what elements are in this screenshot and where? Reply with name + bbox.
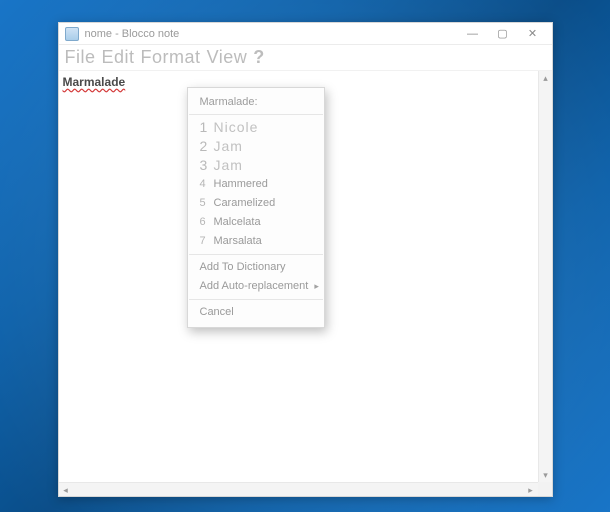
menubar: File Edit Format View ? [59, 45, 552, 71]
titlebar[interactable]: nome - Blocco note — ▢ ✕ [59, 23, 552, 45]
menu-view[interactable]: View [207, 47, 248, 68]
add-to-dictionary-item[interactable]: Add To Dictionary [188, 258, 324, 277]
horizontal-scrollbar[interactable]: ◂ ▸ [59, 482, 538, 496]
scroll-left-button[interactable]: ◂ [59, 483, 73, 496]
cancel-item[interactable]: Cancel [188, 303, 324, 322]
suggestion-item[interactable]: 4 Hammered [188, 175, 324, 194]
suggestion-number: 6 [200, 215, 208, 230]
suggestion-number: 5 [200, 196, 208, 211]
menu-file[interactable]: File [65, 47, 96, 68]
suggestion-item[interactable]: 5 Caramelized [188, 194, 324, 213]
suggestion-item[interactable]: 1 Nicole [188, 118, 324, 137]
add-auto-replacement-item[interactable]: Add Auto-replacement ▸ [188, 277, 324, 296]
context-menu-header: Marmalade: [188, 93, 324, 111]
menu-item-label: Add To Dictionary [200, 260, 286, 275]
menu-separator [189, 114, 323, 115]
suggestion-number: 2 [200, 139, 208, 154]
suggestion-label: Malcelata [214, 215, 261, 230]
suggestion-number: 3 [200, 158, 208, 173]
menu-help[interactable]: ? [253, 47, 265, 68]
menu-item-label: Cancel [200, 305, 234, 320]
scroll-corner [538, 482, 552, 496]
suggestion-label: Hammered [214, 177, 268, 192]
close-button[interactable]: ✕ [518, 25, 548, 43]
suggestion-number: 4 [200, 177, 208, 192]
menu-separator [189, 254, 323, 255]
suggestion-number: 7 [200, 234, 208, 249]
window-buttons: — ▢ ✕ [458, 25, 548, 43]
desktop: nome - Blocco note — ▢ ✕ File Edit Forma… [0, 0, 610, 512]
scroll-up-button[interactable]: ▴ [539, 71, 552, 85]
suggestion-label: Nicole [214, 120, 259, 135]
suggestion-number: 1 [200, 120, 208, 135]
scroll-down-button[interactable]: ▾ [539, 468, 552, 482]
suggestion-label: Jam [214, 139, 243, 154]
spellcheck-context-menu: Marmalade: 1 Nicole 2 Jam 3 Jam 4 Hammered 5 Cara… [187, 87, 325, 328]
menu-item-label: Add Auto-replacement [200, 279, 309, 294]
suggestion-label: Jam [214, 158, 243, 173]
suggestion-item[interactable]: 3 Jam [188, 156, 324, 175]
suggestion-label: Marsalata [214, 234, 262, 249]
notepad-window: nome - Blocco note — ▢ ✕ File Edit Forma… [58, 22, 553, 497]
suggestion-label: Caramelized [214, 196, 276, 211]
menu-format[interactable]: Format [141, 47, 201, 68]
suggestion-item[interactable]: 7 Marsalata [188, 232, 324, 251]
vertical-scrollbar[interactable]: ▴ ▾ [538, 71, 552, 482]
scroll-right-button[interactable]: ▸ [524, 483, 538, 496]
notepad-icon [65, 27, 79, 41]
misspelled-word[interactable]: Marmalade [63, 75, 126, 89]
minimize-button[interactable]: — [458, 25, 488, 43]
maximize-button[interactable]: ▢ [488, 25, 518, 43]
menu-edit[interactable]: Edit [102, 47, 135, 68]
menu-separator [189, 299, 323, 300]
suggestion-item[interactable]: 6 Malcelata [188, 213, 324, 232]
suggestion-item[interactable]: 2 Jam [188, 137, 324, 156]
window-title: nome - Blocco note [85, 28, 458, 40]
submenu-arrow-icon: ▸ [314, 279, 319, 294]
